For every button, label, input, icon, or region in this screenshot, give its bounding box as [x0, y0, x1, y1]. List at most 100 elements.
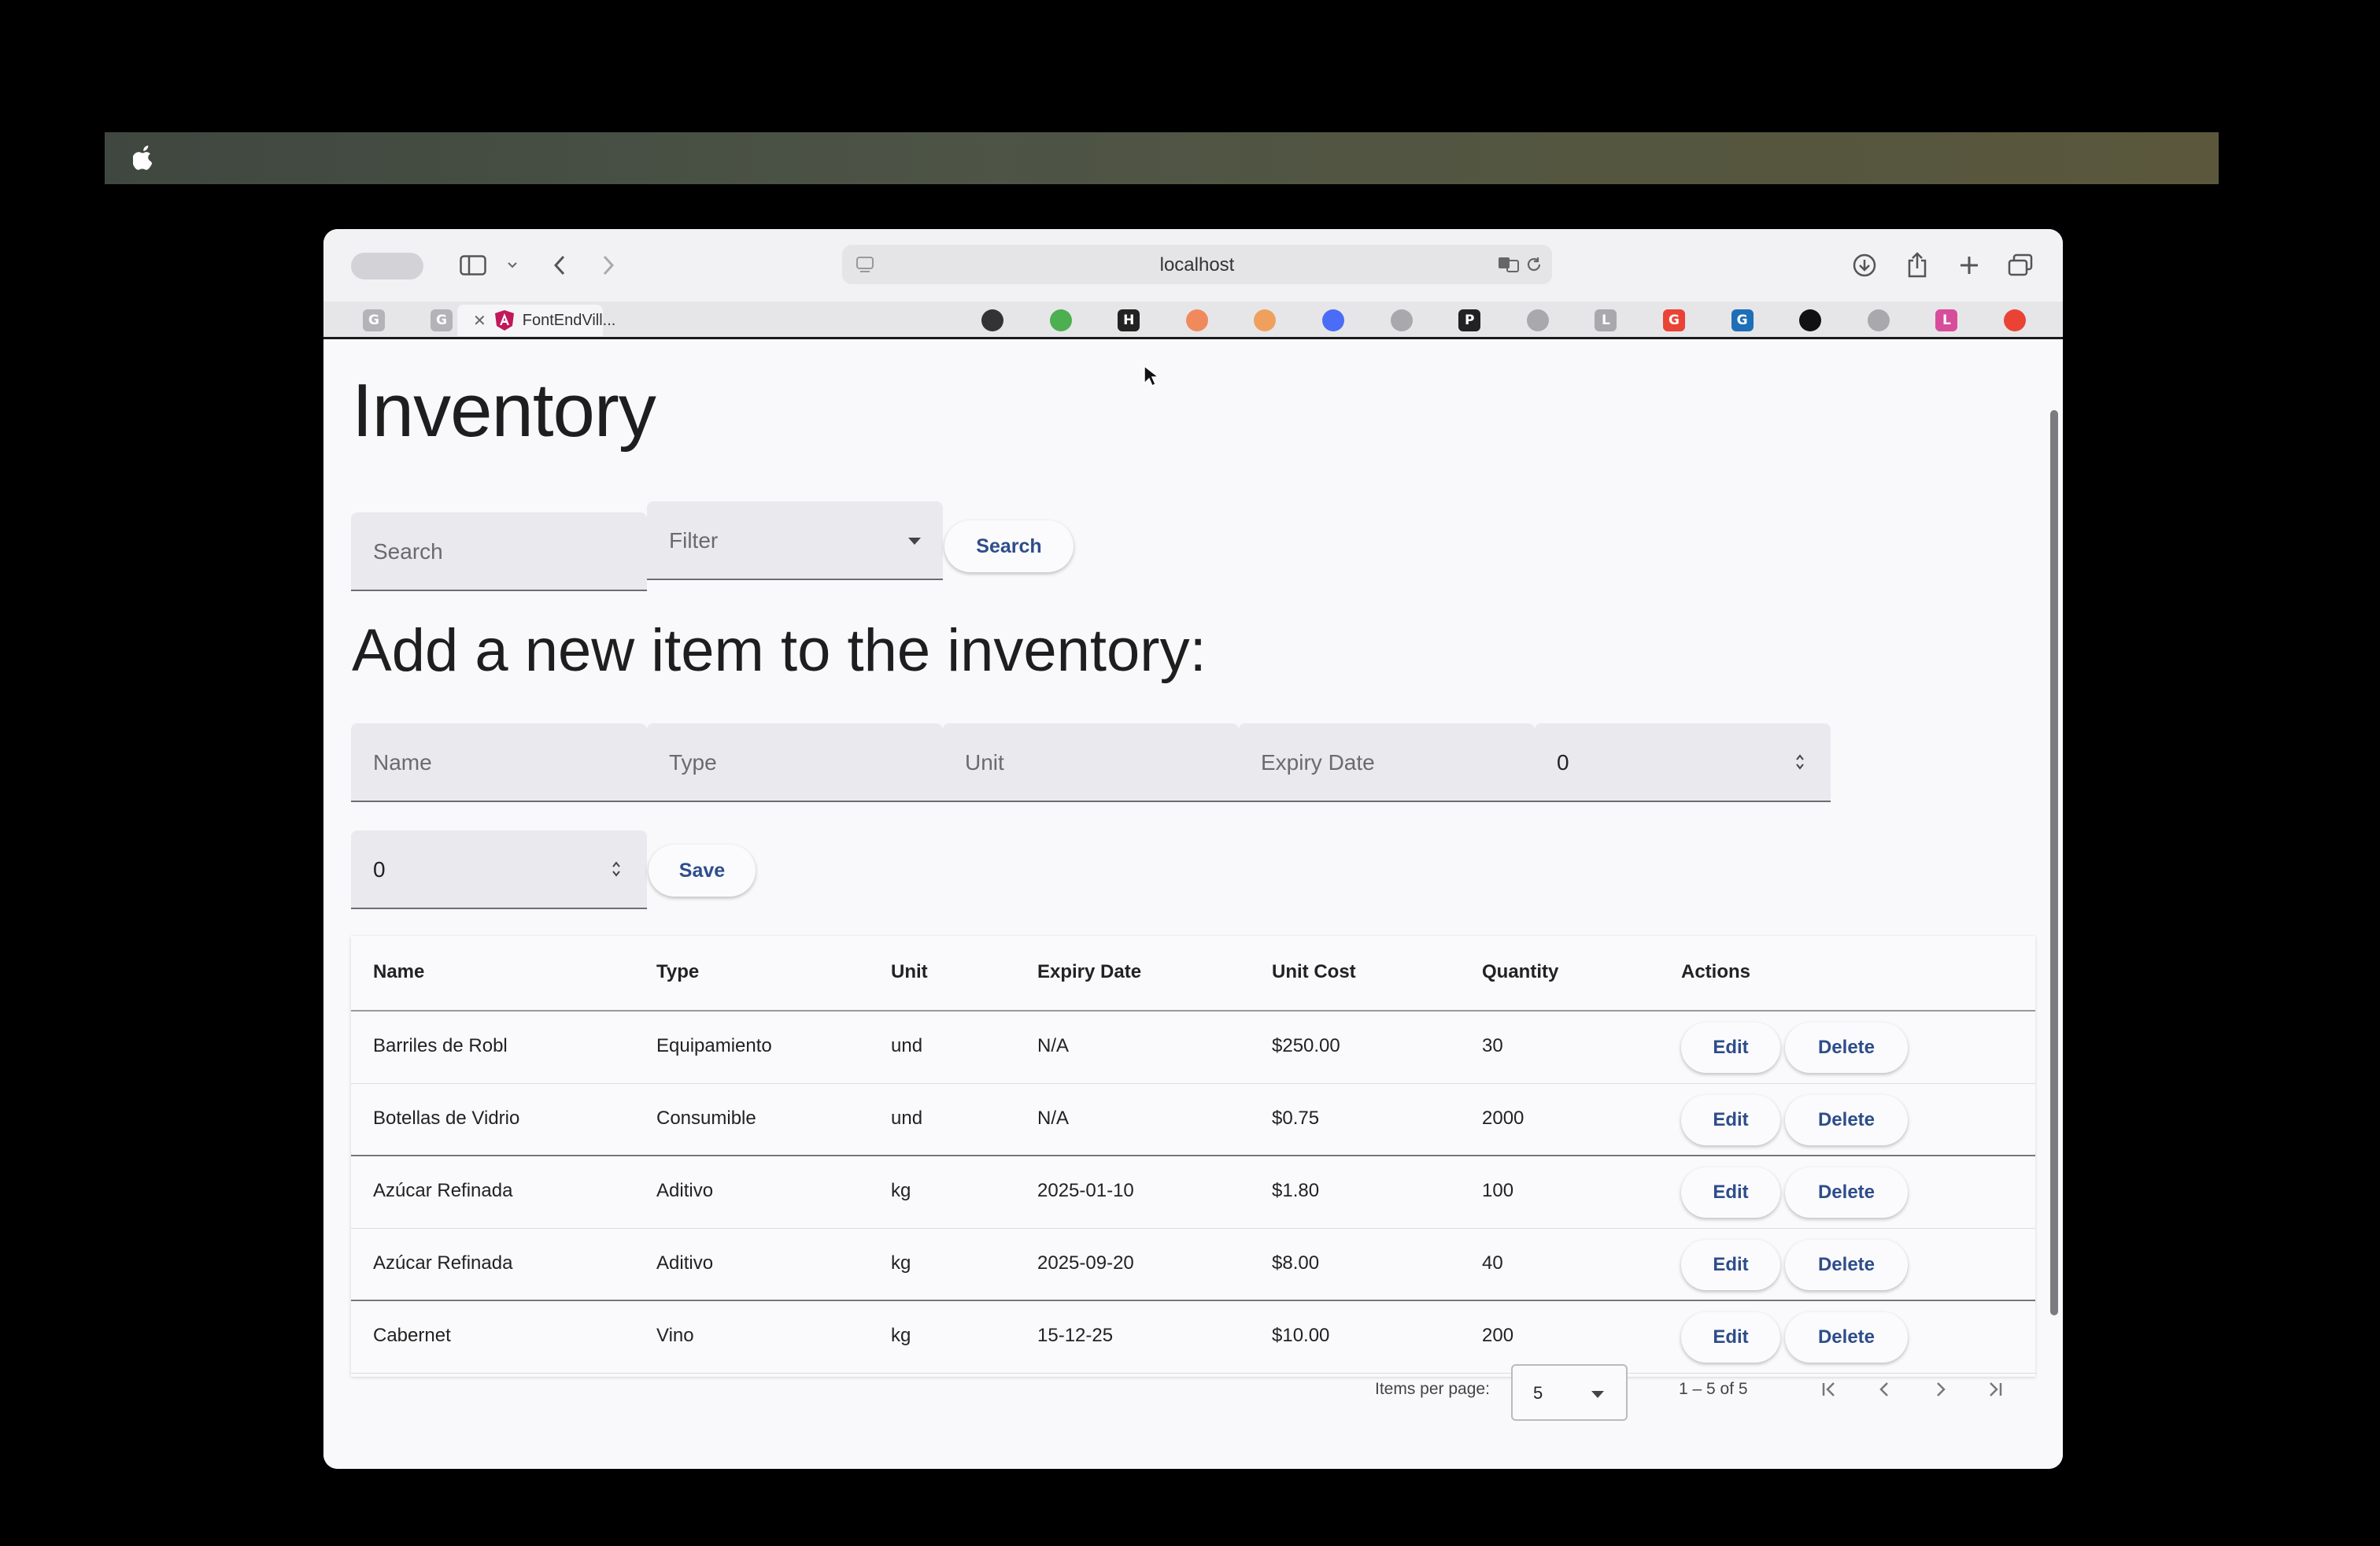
table-row: Botellas de Vidrio Consumible und N/A $0.75 2…: [351, 1084, 2035, 1156]
paginator: Items per page: 5 1 – 5 of 5: [323, 1347, 2063, 1426]
cell-cost: $1.80: [1272, 1180, 1320, 1201]
page-scrollbar[interactable]: [2050, 410, 2058, 1315]
tab-9[interactable]: [1384, 305, 1419, 336]
next-page-icon[interactable]: [1927, 1377, 1953, 1402]
cell-name: Barriles de Robl: [373, 1035, 508, 1056]
page-size-select[interactable]: 5: [1511, 1364, 1628, 1421]
header-name[interactable]: Name: [373, 961, 424, 983]
expiry-date-input[interactable]: Expiry Date: [1239, 723, 1535, 802]
stepper-arrows-icon[interactable]: [611, 859, 622, 879]
favicon-icon: P: [1458, 309, 1481, 331]
tab-6[interactable]: [1180, 305, 1214, 336]
cell-name: Cabernet: [373, 1325, 451, 1346]
cell-qty: 2000: [1482, 1108, 1524, 1129]
tab-5[interactable]: H: [1111, 305, 1146, 336]
table-row: Azúcar Refinada Aditivo kg 2025-09-20 $8.00 4…: [351, 1229, 2035, 1301]
edit-button[interactable]: Edit: [1681, 1095, 1780, 1145]
quantity-stepper[interactable]: 0: [351, 830, 647, 909]
delete-button[interactable]: Delete: [1785, 1023, 1908, 1073]
favicon-icon: G: [431, 309, 453, 331]
previous-page-icon[interactable]: [1872, 1377, 1898, 1402]
filter-select[interactable]: Filter: [647, 501, 943, 580]
chevron-down-icon[interactable]: [504, 257, 520, 273]
table-header: Name Type Unit Expiry Date Unit Cost Qua…: [351, 936, 2035, 1012]
cell-name: Azúcar Refinada: [373, 1180, 513, 1201]
cell-expiry: N/A: [1037, 1108, 1070, 1129]
address-bar[interactable]: localhost: [842, 245, 1552, 284]
header-unit-cost[interactable]: Unit Cost: [1272, 961, 1356, 983]
range-label: 1 – 5 of 5: [1679, 1380, 1748, 1398]
search-button[interactable]: Search: [944, 520, 1074, 572]
cell-type: Aditivo: [656, 1252, 714, 1274]
favicon-icon: [1322, 309, 1344, 331]
new-tab-icon[interactable]: [1955, 251, 1983, 279]
delete-button[interactable]: Delete: [1785, 1167, 1908, 1218]
header-expiry-date[interactable]: Expiry Date: [1037, 961, 1141, 983]
type-input[interactable]: Type: [647, 723, 943, 802]
reload-icon[interactable]: [1524, 254, 1544, 275]
edit-button[interactable]: Edit: [1681, 1023, 1780, 1073]
favicon-icon: [1185, 309, 1208, 331]
tab-4[interactable]: [1044, 305, 1078, 336]
unit-input[interactable]: Unit: [943, 723, 1239, 802]
name-input[interactable]: Name: [351, 723, 647, 802]
tab-7[interactable]: [1247, 305, 1282, 336]
favicon-icon: [1526, 309, 1549, 331]
table-row: Azúcar Refinada Aditivo kg 2025-01-10 $1.80 1…: [351, 1156, 2035, 1229]
translate-icon[interactable]: [1497, 254, 1522, 275]
delete-button[interactable]: Delete: [1785, 1095, 1908, 1145]
first-page-icon[interactable]: [1816, 1377, 1842, 1402]
forward-icon[interactable]: [597, 253, 620, 278]
tab-14[interactable]: G: [1725, 305, 1760, 336]
tab-16[interactable]: [1861, 305, 1896, 336]
edit-button[interactable]: Edit: [1681, 1167, 1780, 1218]
cell-expiry: 15-12-25: [1037, 1325, 1114, 1346]
page-title: Inventory: [352, 368, 656, 453]
tab-8[interactable]: [1316, 305, 1351, 336]
downloads-icon[interactable]: [1850, 251, 1879, 279]
unit-cost-stepper[interactable]: 0: [1535, 723, 1831, 802]
tab-13[interactable]: G: [1657, 305, 1691, 336]
tab-title: FontEndVill...: [522, 311, 616, 329]
cell-qty: 40: [1482, 1252, 1503, 1274]
back-icon[interactable]: [548, 253, 571, 278]
sidebar-icon[interactable]: [457, 251, 489, 279]
edit-button[interactable]: Edit: [1681, 1240, 1780, 1290]
header-type[interactable]: Type: [656, 961, 699, 983]
close-icon[interactable]: ✕: [473, 311, 486, 331]
last-page-icon[interactable]: [1983, 1377, 2008, 1402]
header-quantity[interactable]: Quantity: [1482, 961, 1558, 983]
tab-15[interactable]: [1793, 305, 1828, 336]
search-input[interactable]: Search: [351, 512, 647, 591]
favicon-icon: [1254, 309, 1277, 331]
tab-11[interactable]: [1521, 305, 1555, 336]
apple-icon[interactable]: [133, 143, 155, 172]
chevron-down-icon: [908, 538, 921, 545]
page-size-value: 5: [1533, 1383, 1543, 1403]
expiry-placeholder: Expiry Date: [1261, 750, 1375, 775]
tab-group-button[interactable]: [351, 253, 423, 279]
tab-2[interactable]: G: [424, 305, 459, 336]
tab-12[interactable]: L: [1588, 305, 1623, 336]
unit-placeholder: Unit: [965, 750, 1004, 775]
tab-10[interactable]: P: [1452, 305, 1487, 336]
save-button[interactable]: Save: [649, 845, 756, 897]
tab-1[interactable]: G: [357, 305, 391, 336]
favicon-icon: L: [1595, 309, 1617, 331]
menu-bar: [105, 132, 2219, 184]
header-unit[interactable]: Unit: [891, 961, 928, 983]
delete-button[interactable]: Delete: [1785, 1240, 1908, 1290]
cell-type: Consumible: [656, 1108, 756, 1129]
stepper-arrows-icon[interactable]: [1794, 752, 1805, 772]
tab-3[interactable]: [975, 305, 1010, 336]
tab-18[interactable]: [1998, 305, 2032, 336]
favicon-icon: [981, 309, 1003, 331]
favicon-icon: G: [363, 309, 385, 331]
share-icon[interactable]: [1903, 250, 1931, 279]
tab-17[interactable]: L: [1929, 305, 1964, 336]
tab-active[interactable]: ✕ FontEndVill...: [457, 305, 615, 336]
name-placeholder: Name: [373, 750, 432, 775]
unit-cost-value: 0: [1557, 750, 1569, 775]
tab-overview-icon[interactable]: [2006, 251, 2034, 279]
favicon-icon: H: [1118, 309, 1140, 331]
